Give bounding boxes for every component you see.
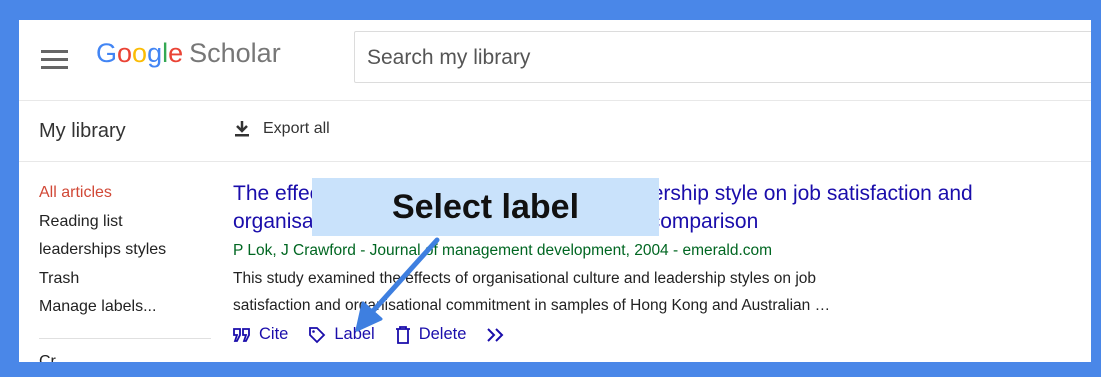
- pointer-arrow: [355, 237, 440, 332]
